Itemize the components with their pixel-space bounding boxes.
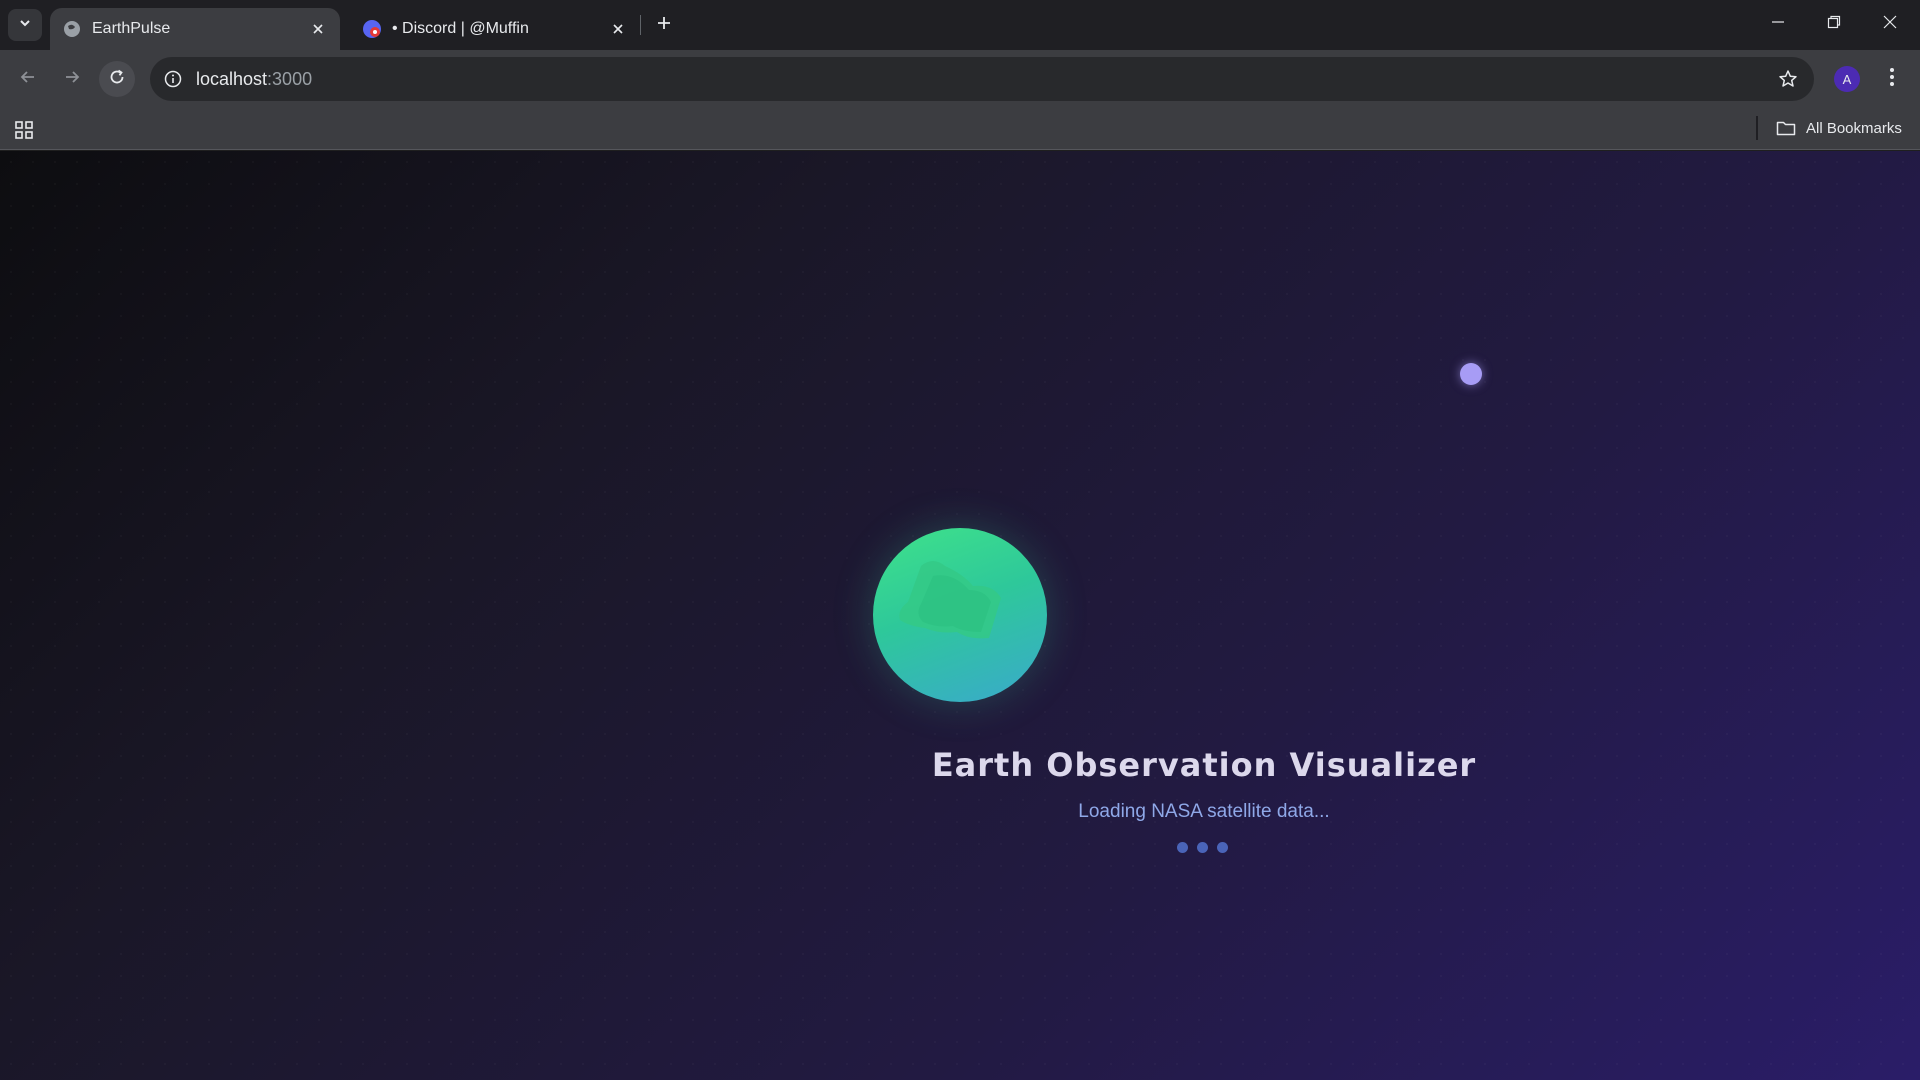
- apps-grid-icon[interactable]: [12, 118, 36, 142]
- tab-search-button[interactable]: [8, 9, 42, 41]
- info-icon[interactable]: [162, 68, 184, 90]
- arrow-left-icon: [19, 68, 37, 91]
- minimize-icon: [1771, 15, 1785, 34]
- address-bar[interactable]: localhost:3000: [150, 57, 1814, 101]
- bookmarks-separator: [1756, 116, 1758, 140]
- discord-icon: [362, 19, 382, 39]
- loading-dot: [1177, 842, 1188, 853]
- toolbar: localhost:3000 A: [0, 50, 1920, 108]
- loading-subtitle: Loading NASA satellite data...: [1078, 801, 1330, 822]
- reload-icon: [108, 68, 126, 91]
- loading-dot: [1217, 842, 1228, 853]
- earth-logo-icon: [873, 528, 1047, 702]
- minimize-button[interactable]: [1758, 8, 1798, 40]
- loading-dot: [1197, 842, 1208, 853]
- profile-avatar[interactable]: A: [1834, 66, 1860, 92]
- all-bookmarks-label: All Bookmarks: [1806, 119, 1902, 137]
- page-title: Earth Observation Visualizer: [931, 746, 1477, 784]
- tab-earthpulse[interactable]: EarthPulse: [50, 8, 340, 50]
- bookmarks-bar: All Bookmarks: [0, 108, 1920, 150]
- bookmark-star-icon[interactable]: [1776, 67, 1800, 91]
- tab-title: EarthPulse: [92, 20, 171, 37]
- folder-icon: [1776, 119, 1796, 137]
- tab-divider: [640, 15, 641, 35]
- chevron-down-icon: [18, 16, 32, 35]
- tab-discord[interactable]: • Discord | @Muffin: [350, 8, 640, 50]
- reload-button[interactable]: [99, 61, 135, 97]
- arrow-right-icon: [63, 68, 81, 91]
- forward-button[interactable]: [54, 61, 90, 97]
- restore-button[interactable]: [1814, 8, 1854, 40]
- close-icon[interactable]: [306, 17, 330, 41]
- back-button[interactable]: [10, 61, 46, 97]
- url-port: :3000: [267, 68, 313, 89]
- new-tab-button[interactable]: [652, 13, 676, 37]
- restore-icon: [1827, 15, 1841, 34]
- close-icon[interactable]: [606, 17, 630, 41]
- plus-icon: [656, 15, 672, 36]
- close-icon: [1883, 15, 1897, 34]
- tab-strip: EarthPulse • Discord | @Muffin: [0, 0, 1920, 50]
- more-vertical-icon: [1889, 67, 1895, 92]
- menu-button[interactable]: [1880, 64, 1904, 94]
- url-host: localhost: [196, 68, 268, 89]
- globe-icon: [62, 19, 82, 39]
- tab-title: • Discord | @Muffin: [392, 20, 529, 37]
- floating-orb: [1460, 363, 1482, 385]
- all-bookmarks-button[interactable]: All Bookmarks: [1776, 114, 1902, 142]
- loading-screen: Earth Observation Visualizer Loading NAS…: [0, 151, 1920, 1080]
- loading-dots: [1177, 842, 1228, 853]
- url-text: localhost:3000: [196, 69, 312, 90]
- window-close-button[interactable]: [1870, 8, 1910, 40]
